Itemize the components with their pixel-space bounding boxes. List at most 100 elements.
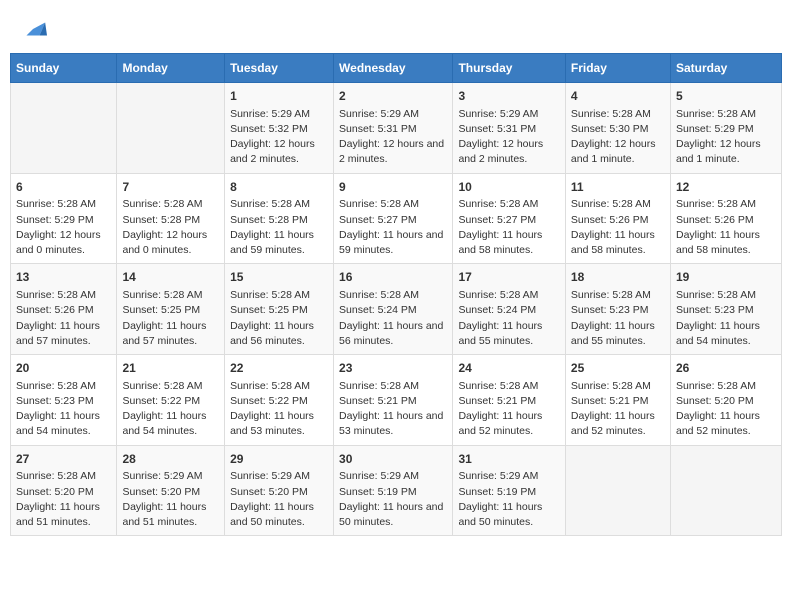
header-friday: Friday [565, 54, 670, 83]
day-info: Sunrise: 5:28 AM Sunset: 5:27 PM Dayligh… [458, 197, 559, 258]
day-info: Sunrise: 5:28 AM Sunset: 5:21 PM Dayligh… [458, 379, 559, 440]
day-number: 2 [339, 88, 447, 105]
day-info: Sunrise: 5:28 AM Sunset: 5:28 PM Dayligh… [122, 197, 219, 258]
day-info: Sunrise: 5:28 AM Sunset: 5:26 PM Dayligh… [676, 197, 776, 258]
header-sunday: Sunday [11, 54, 117, 83]
day-info: Sunrise: 5:29 AM Sunset: 5:20 PM Dayligh… [230, 469, 328, 530]
calendar-cell: 1 Sunrise: 5:29 AM Sunset: 5:32 PM Daylig… [225, 83, 334, 174]
day-number: 10 [458, 179, 559, 196]
day-info: Sunrise: 5:28 AM Sunset: 5:24 PM Dayligh… [458, 288, 559, 349]
day-info: Sunrise: 5:29 AM Sunset: 5:19 PM Dayligh… [458, 469, 559, 530]
header-tuesday: Tuesday [225, 54, 334, 83]
day-number: 31 [458, 451, 559, 468]
day-number: 17 [458, 269, 559, 286]
day-number: 29 [230, 451, 328, 468]
day-info: Sunrise: 5:28 AM Sunset: 5:20 PM Dayligh… [676, 379, 776, 440]
calendar-cell: 9Sunrise: 5:28 AM Sunset: 5:27 PM Daylig… [334, 173, 453, 264]
header-saturday: Saturday [670, 54, 781, 83]
day-info: Sunrise: 5:28 AM Sunset: 5:23 PM Dayligh… [571, 288, 665, 349]
day-number: 6 [16, 179, 111, 196]
calendar-cell: 15 Sunrise: 5:28 AM Sunset: 5:25 PM Dayli… [225, 264, 334, 355]
day-info: Sunrise: 5:28 AM Sunset: 5:21 PM Dayligh… [339, 379, 447, 440]
calendar-cell: 19Sunrise: 5:28 AM Sunset: 5:23 PM Dayli… [670, 264, 781, 355]
calendar-cell: 5 Sunrise: 5:28 AM Sunset: 5:29 PM Daylig… [670, 83, 781, 174]
day-info: Sunrise: 5:28 AM Sunset: 5:27 PM Dayligh… [339, 197, 447, 258]
header-thursday: Thursday [453, 54, 565, 83]
calendar-cell: 6Sunrise: 5:28 AM Sunset: 5:29 PM Daylig… [11, 173, 117, 264]
calendar-cell: 11Sunrise: 5:28 AM Sunset: 5:26 PM Dayli… [565, 173, 670, 264]
day-info: Sunrise: 5:28 AM Sunset: 5:22 PM Dayligh… [230, 379, 328, 440]
calendar-cell: 21 Sunrise: 5:28 AM Sunset: 5:22 PM Dayli… [117, 355, 225, 446]
day-info: Sunrise: 5:28 AM Sunset: 5:30 PM Dayligh… [571, 107, 665, 168]
day-number: 18 [571, 269, 665, 286]
day-info: Sunrise: 5:28 AM Sunset: 5:22 PM Dayligh… [122, 379, 219, 440]
calendar-week-row: 27Sunrise: 5:28 AM Sunset: 5:20 PM Dayli… [11, 445, 782, 536]
day-number: 19 [676, 269, 776, 286]
day-number: 23 [339, 360, 447, 377]
calendar-cell [117, 83, 225, 174]
calendar-cell: 12Sunrise: 5:28 AM Sunset: 5:26 PM Dayli… [670, 173, 781, 264]
day-number: 13 [16, 269, 111, 286]
page-header [10, 10, 782, 43]
day-number: 25 [571, 360, 665, 377]
day-info: Sunrise: 5:28 AM Sunset: 5:25 PM Dayligh… [122, 288, 219, 349]
day-number: 14 [122, 269, 219, 286]
day-info: Sunrise: 5:29 AM Sunset: 5:19 PM Dayligh… [339, 469, 447, 530]
calendar-cell: 22 Sunrise: 5:28 AM Sunset: 5:22 PM Dayli… [225, 355, 334, 446]
day-info: Sunrise: 5:29 AM Sunset: 5:32 PM Dayligh… [230, 107, 328, 168]
calendar-cell [670, 445, 781, 536]
calendar-cell: 7Sunrise: 5:28 AM Sunset: 5:28 PM Daylig… [117, 173, 225, 264]
calendar-week-row: 20 Sunrise: 5:28 AM Sunset: 5:23 PM Dayli… [11, 355, 782, 446]
day-number: 9 [339, 179, 447, 196]
calendar-week-row: 6Sunrise: 5:28 AM Sunset: 5:29 PM Daylig… [11, 173, 782, 264]
day-number: 22 [230, 360, 328, 377]
calendar-cell: 30Sunrise: 5:29 AM Sunset: 5:19 PM Dayli… [334, 445, 453, 536]
calendar-cell: 31Sunrise: 5:29 AM Sunset: 5:19 PM Dayli… [453, 445, 565, 536]
day-info: Sunrise: 5:28 AM Sunset: 5:25 PM Dayligh… [230, 288, 328, 349]
day-info: Sunrise: 5:29 AM Sunset: 5:20 PM Dayligh… [122, 469, 219, 530]
logo-icon [19, 15, 47, 43]
day-number: 20 [16, 360, 111, 377]
calendar-week-row: 1 Sunrise: 5:29 AM Sunset: 5:32 PM Daylig… [11, 83, 782, 174]
calendar-cell: 4 Sunrise: 5:28 AM Sunset: 5:30 PM Daylig… [565, 83, 670, 174]
day-number: 4 [571, 88, 665, 105]
calendar-cell: 28Sunrise: 5:29 AM Sunset: 5:20 PM Dayli… [117, 445, 225, 536]
calendar-cell: 25 Sunrise: 5:28 AM Sunset: 5:21 PM Dayli… [565, 355, 670, 446]
day-number: 28 [122, 451, 219, 468]
calendar-cell: 29Sunrise: 5:29 AM Sunset: 5:20 PM Dayli… [225, 445, 334, 536]
day-number: 1 [230, 88, 328, 105]
day-info: Sunrise: 5:28 AM Sunset: 5:29 PM Dayligh… [16, 197, 111, 258]
calendar-cell: 10Sunrise: 5:28 AM Sunset: 5:27 PM Dayli… [453, 173, 565, 264]
day-info: Sunrise: 5:28 AM Sunset: 5:26 PM Dayligh… [16, 288, 111, 349]
header-wednesday: Wednesday [334, 54, 453, 83]
day-number: 27 [16, 451, 111, 468]
day-number: 26 [676, 360, 776, 377]
calendar-cell: 8Sunrise: 5:28 AM Sunset: 5:28 PM Daylig… [225, 173, 334, 264]
day-info: Sunrise: 5:28 AM Sunset: 5:29 PM Dayligh… [676, 107, 776, 168]
day-number: 15 [230, 269, 328, 286]
day-number: 3 [458, 88, 559, 105]
day-number: 11 [571, 179, 665, 196]
calendar-cell: 23 Sunrise: 5:28 AM Sunset: 5:21 PM Dayli… [334, 355, 453, 446]
day-info: Sunrise: 5:28 AM Sunset: 5:20 PM Dayligh… [16, 469, 111, 530]
calendar-table: SundayMondayTuesdayWednesdayThursdayFrid… [10, 53, 782, 536]
day-number: 24 [458, 360, 559, 377]
day-info: Sunrise: 5:28 AM Sunset: 5:23 PM Dayligh… [16, 379, 111, 440]
calendar-cell: 16 Sunrise: 5:28 AM Sunset: 5:24 PM Dayli… [334, 264, 453, 355]
day-number: 21 [122, 360, 219, 377]
day-number: 16 [339, 269, 447, 286]
day-number: 7 [122, 179, 219, 196]
day-info: Sunrise: 5:28 AM Sunset: 5:24 PM Dayligh… [339, 288, 447, 349]
calendar-cell [11, 83, 117, 174]
day-info: Sunrise: 5:29 AM Sunset: 5:31 PM Dayligh… [458, 107, 559, 168]
day-number: 12 [676, 179, 776, 196]
calendar-cell: 26 Sunrise: 5:28 AM Sunset: 5:20 PM Dayli… [670, 355, 781, 446]
calendar-cell: 24 Sunrise: 5:28 AM Sunset: 5:21 PM Dayli… [453, 355, 565, 446]
calendar-cell: 17 Sunrise: 5:28 AM Sunset: 5:24 PM Dayli… [453, 264, 565, 355]
calendar-cell: 14 Sunrise: 5:28 AM Sunset: 5:25 PM Dayli… [117, 264, 225, 355]
day-number: 8 [230, 179, 328, 196]
day-number: 5 [676, 88, 776, 105]
day-info: Sunrise: 5:29 AM Sunset: 5:31 PM Dayligh… [339, 107, 447, 168]
day-info: Sunrise: 5:28 AM Sunset: 5:26 PM Dayligh… [571, 197, 665, 258]
day-info: Sunrise: 5:28 AM Sunset: 5:21 PM Dayligh… [571, 379, 665, 440]
